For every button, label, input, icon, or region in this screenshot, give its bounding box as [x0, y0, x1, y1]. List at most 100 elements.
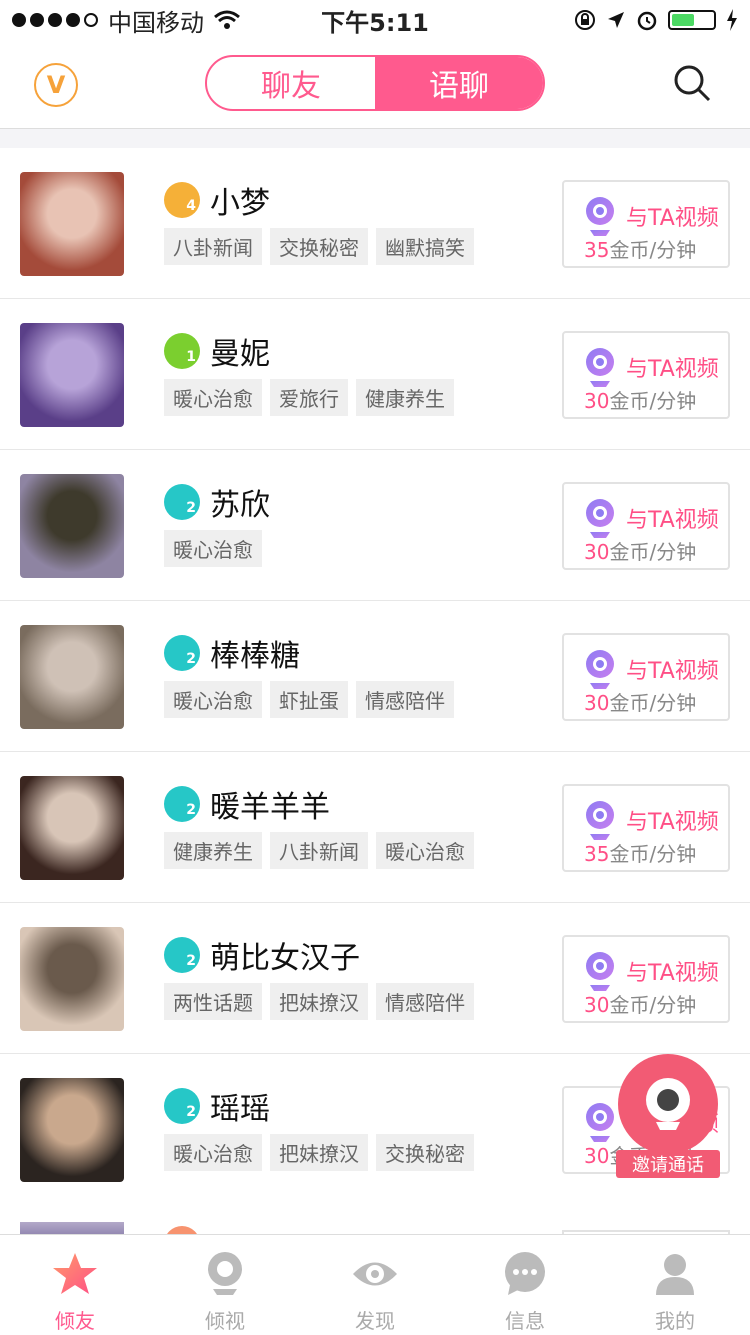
webcam-icon	[586, 801, 614, 840]
charging-icon	[727, 9, 737, 31]
price-unit: 金币/分钟	[609, 540, 697, 564]
video-call-button[interactable]: 与TA视频 30金币/分钟	[562, 482, 730, 570]
level-badge: 4	[164, 182, 200, 218]
name-line: 2 萌比女汉子	[164, 933, 360, 977]
user-name: 萌比女汉子	[210, 941, 360, 976]
invite-call-button[interactable]: 邀请通话	[616, 1054, 720, 1178]
video-call-button[interactable]: 与TA视频 35金币/分钟	[562, 784, 730, 872]
bottom-tab-bar: 倾友 倾视 发现 信息 我的	[0, 1234, 750, 1335]
level-number: 2	[186, 651, 196, 667]
level-badge: 2	[164, 786, 200, 822]
user-list: 4 小梦 八卦新闻 交换秘密 幽默搞笑 与TA视频 35金币/分钟 1 曼妮 暖心治…	[0, 148, 750, 1205]
avatar[interactable]	[20, 1078, 124, 1182]
video-call-label: 与TA视频	[626, 206, 719, 231]
user-name: 小梦	[210, 186, 270, 221]
video-call-label: 与TA视频	[626, 357, 719, 382]
level-number: 2	[186, 953, 196, 969]
tag: 虾扯蛋	[270, 681, 348, 718]
price-unit: 金币/分钟	[609, 691, 697, 715]
video-call-label: 与TA视频	[626, 810, 719, 835]
battery-icon	[668, 10, 716, 30]
tag: 暖心治愈	[376, 832, 474, 869]
tab-messages[interactable]: 信息	[450, 1235, 600, 1335]
clock: 下午5:11	[321, 8, 429, 37]
user-name: 苏欣	[210, 488, 270, 523]
video-call-label: 与TA视频	[626, 961, 719, 986]
user-name: 曼妮	[210, 337, 270, 372]
video-call-button[interactable]: 与TA视频 35金币/分钟	[562, 180, 730, 268]
tag: 健康养生	[164, 832, 262, 869]
video-call-label: 与TA视频	[626, 659, 719, 684]
tag: 暖心治愈	[164, 379, 262, 416]
video-call-button[interactable]: 与TA视频 30金币/分钟	[562, 331, 730, 419]
list-item[interactable]: 1 曼妮 暖心治愈 爱旅行 健康养生 与TA视频 30金币/分钟	[0, 299, 750, 450]
avatar[interactable]	[20, 474, 124, 578]
tag: 情感陪伴	[376, 983, 474, 1020]
price-unit: 金币/分钟	[609, 842, 697, 866]
vip-icon[interactable]: V	[34, 63, 78, 107]
level-badge	[164, 1226, 200, 1234]
star-icon	[53, 1253, 97, 1294]
user-name: 暖羊羊羊	[210, 790, 330, 825]
level-number: 2	[186, 500, 196, 516]
avatar[interactable]	[20, 323, 124, 427]
name-line: 2 棒棒糖	[164, 631, 300, 675]
invite-label: 邀请通话	[616, 1150, 720, 1178]
list-item[interactable]: 2 萌比女汉子 两性话题 把妹撩汉 情感陪伴 与TA视频 30金币/分钟	[0, 903, 750, 1054]
list-item[interactable]: 2 苏欣 暖心治愈 与TA视频 30金币/分钟	[0, 450, 750, 601]
tag: 暖心治愈	[164, 530, 262, 567]
price-value: 30	[584, 1144, 610, 1168]
avatar[interactable]	[20, 927, 124, 1031]
tab-voice-chat[interactable]: 语聊	[375, 57, 543, 109]
video-call-button[interactable]: 与TA视频 30金币/分钟	[562, 633, 730, 721]
tab-mine[interactable]: 我的	[600, 1235, 750, 1335]
level-number: 2	[186, 1104, 196, 1120]
top-navigation: V 聊友 语聊	[0, 40, 750, 129]
user-name: 棒棒糖	[210, 639, 300, 674]
video-call-button[interactable]: 与TA视频 30金币/分钟	[562, 935, 730, 1023]
person-icon	[656, 1254, 694, 1295]
search-icon[interactable]	[672, 63, 712, 103]
tab-discover[interactable]: 发现	[300, 1235, 450, 1335]
avatar[interactable]	[20, 776, 124, 880]
avatar[interactable]	[20, 172, 124, 276]
level-badge: 2	[164, 937, 200, 973]
tab-label: 我的	[655, 1309, 695, 1333]
level-badge: 2	[164, 635, 200, 671]
level-badge: 2	[164, 484, 200, 520]
tab-qingyou[interactable]: 倾友	[0, 1235, 150, 1335]
price-value: 35	[584, 842, 610, 866]
tag: 把妹撩汉	[270, 983, 368, 1020]
signal-icon	[12, 13, 98, 27]
tag: 幽默搞笑	[376, 228, 474, 265]
tab-chat-friends[interactable]: 聊友	[207, 57, 375, 109]
avatar[interactable]	[20, 625, 124, 729]
name-line: 2 苏欣	[164, 480, 270, 524]
list-item[interactable]: 2 暖羊羊羊 健康养生 八卦新闻 暖心治愈 与TA视频 35金币/分钟	[0, 752, 750, 903]
list-item[interactable]: 2 棒棒糖 暖心治愈 虾扯蛋 情感陪伴 与TA视频 30金币/分钟	[0, 601, 750, 752]
eye-icon	[353, 1262, 397, 1286]
level-number: 2	[186, 802, 196, 818]
tab-qingshi[interactable]: 倾视	[150, 1235, 300, 1335]
webcam-icon	[586, 499, 614, 538]
status-right	[574, 9, 750, 31]
tab-label: 发现	[355, 1309, 395, 1333]
level-badge: 1	[164, 333, 200, 369]
price-text: 30金币/分钟	[584, 989, 696, 1018]
list-item[interactable]: 4 小梦 八卦新闻 交换秘密 幽默搞笑 与TA视频 35金币/分钟	[0, 148, 750, 299]
webcam-icon	[586, 650, 614, 689]
tag: 暖心治愈	[164, 681, 262, 718]
name-line: 4 小梦	[164, 178, 270, 222]
location-icon	[608, 12, 624, 28]
list-item-partial	[0, 1198, 750, 1234]
tag-list: 暖心治愈 把妹撩汉 交换秘密	[164, 1134, 474, 1171]
webcam-icon	[208, 1252, 242, 1295]
video-call-label: 与TA视频	[626, 508, 719, 533]
invite-circle	[618, 1054, 718, 1154]
tag-list: 健康养生 八卦新闻 暖心治愈	[164, 832, 474, 869]
avatar	[20, 1222, 124, 1234]
tag: 健康养生	[356, 379, 454, 416]
price-value: 30	[584, 389, 610, 413]
rotation-lock-icon	[575, 10, 595, 30]
price-text: 35金币/分钟	[584, 838, 696, 867]
